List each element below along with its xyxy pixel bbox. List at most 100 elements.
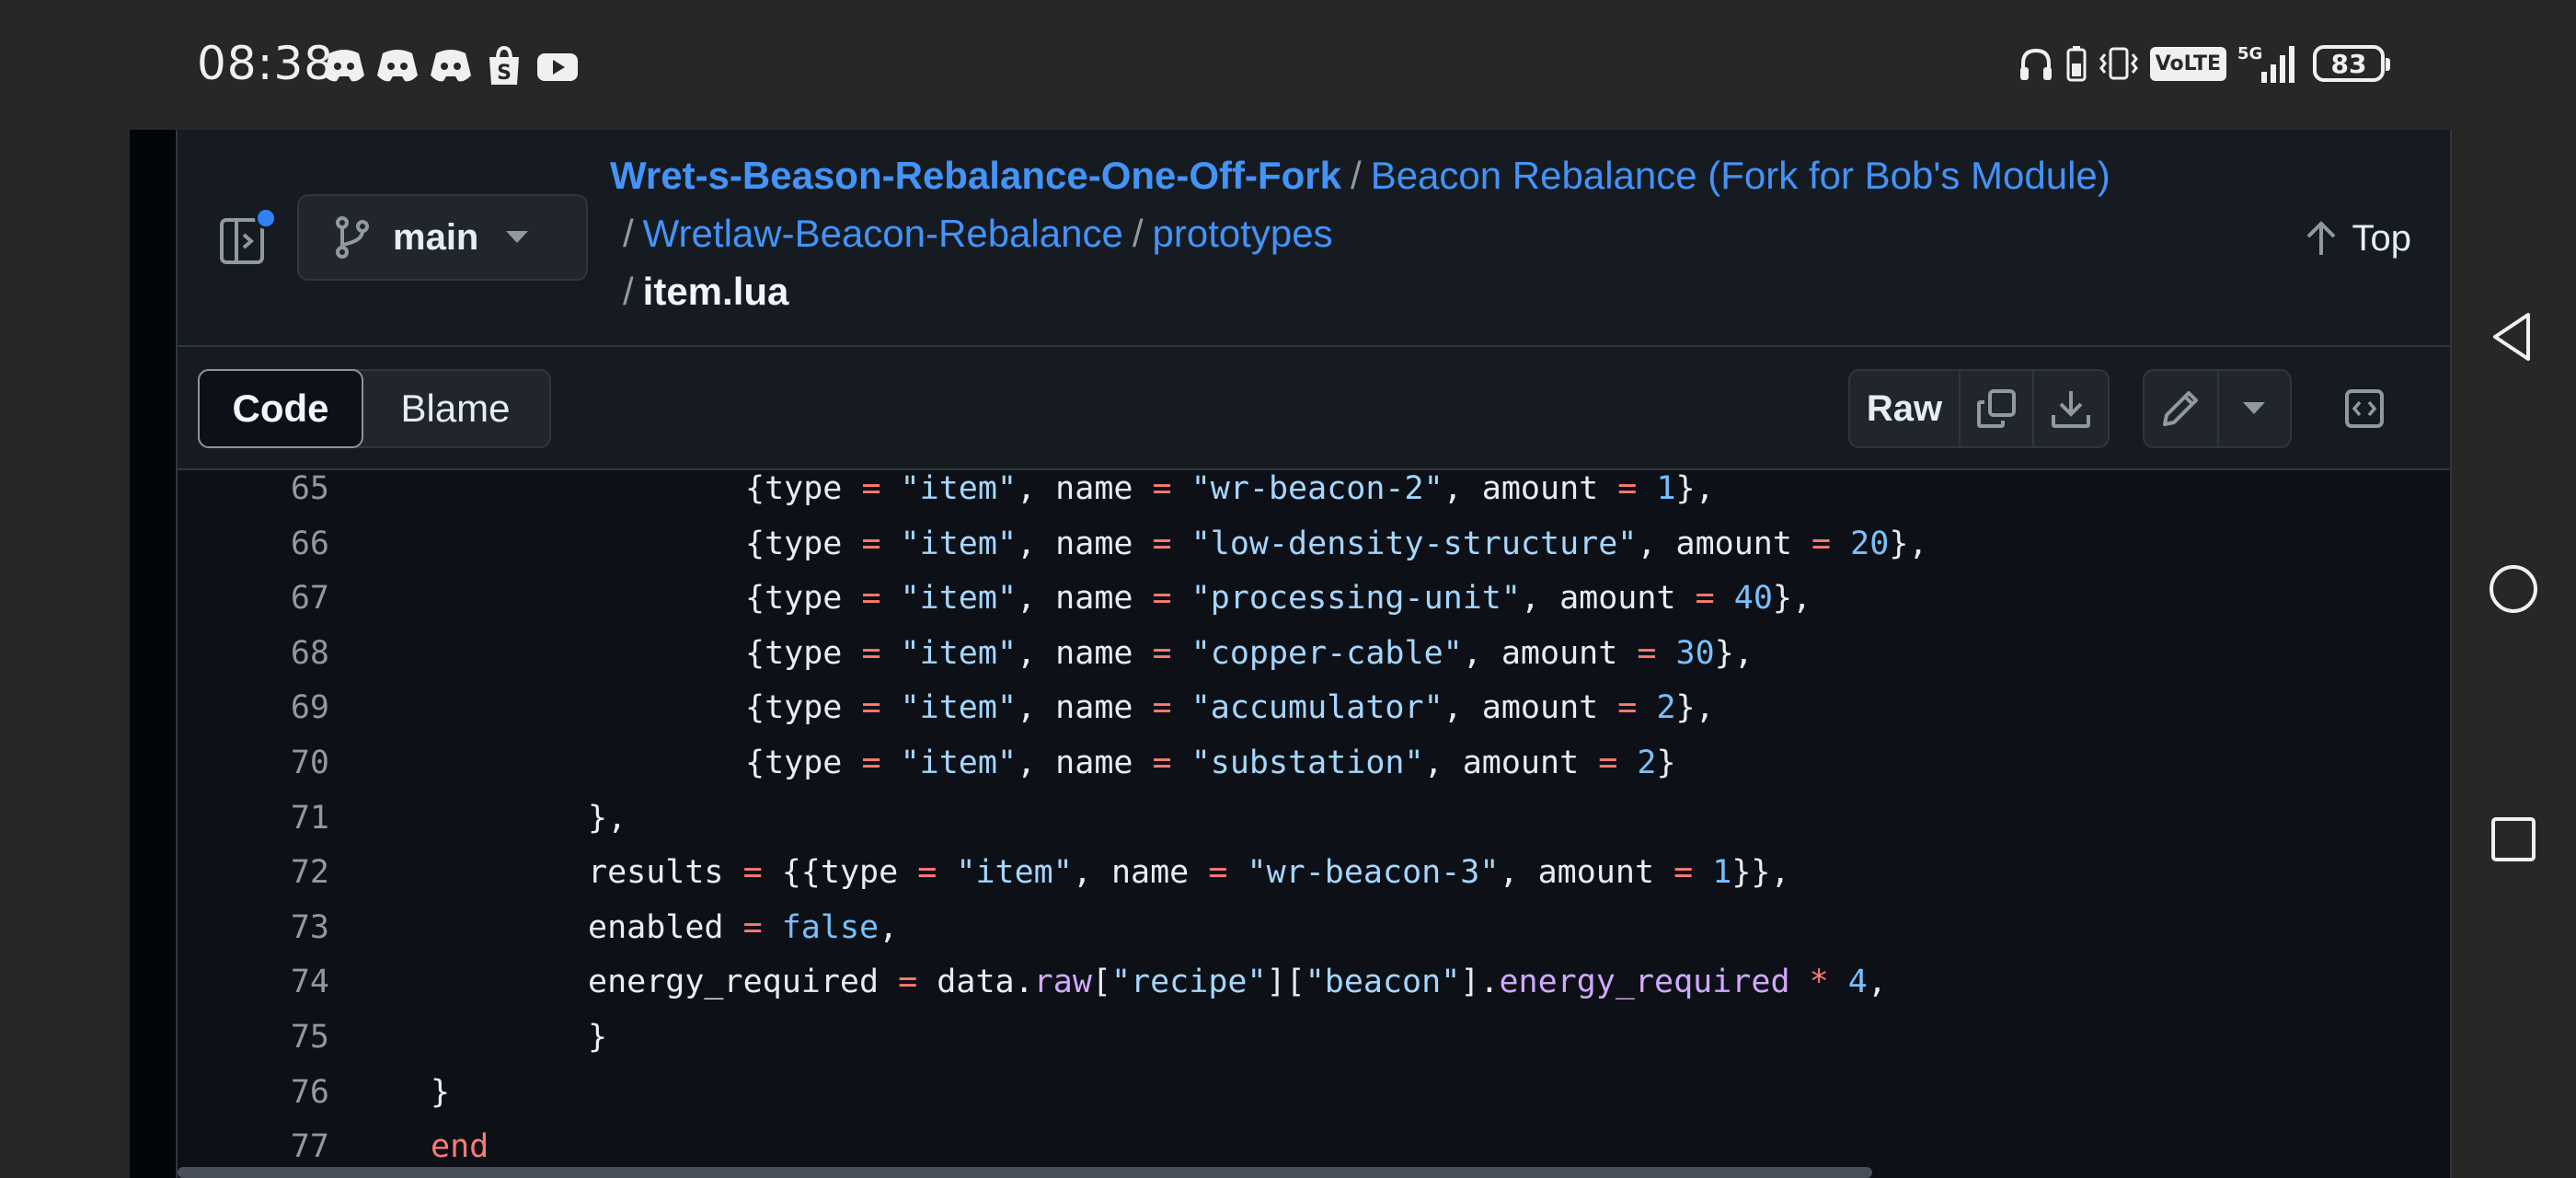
code-text: {type = "item", name = "low-density-stru… [745,525,1928,562]
breadcrumb-folder-link[interactable]: prototypes [1153,212,1333,255]
code-text: {type = "item", name = "wr-beacon-2", am… [745,470,1715,507]
breadcrumb: Wret-s-Beason-Rebalance-One-Off-Fork / Bea… [610,146,2248,320]
file-view-panel: main Wret-s-Beason-Rebalance-One-Off-For… [176,130,2452,1178]
code-text: enabled = false, [588,909,899,946]
code-line: 66 {type = "item", name = "low-density-st… [178,525,2450,581]
code-square-icon [2345,389,2384,428]
browser-page: main Wret-s-Beason-Rebalance-One-Off-For… [130,130,2452,1178]
back-button[interactable] [2451,309,2576,364]
symbols-panel-button[interactable] [2325,369,2404,448]
notification-icons: S [322,46,580,87]
code-line: 70 {type = "item", name = "substation", a… [178,745,2450,800]
network-label: 5G [2237,44,2262,64]
breadcrumb-separator: / [623,270,634,313]
code-text: energy_required = data.raw["recipe"]["be… [588,964,1887,1000]
horizontal-scrollbar[interactable] [178,1167,1872,1178]
line-number: 67 [290,580,329,617]
code-text: {type = "item", name = "accumulator", am… [745,689,1715,726]
code-text: {type = "item", name = "copper-cable", a… [745,635,1754,672]
notification-dot [255,207,277,229]
raw-button-label: Raw [1866,387,1943,429]
breadcrumb-folder-link[interactable]: Beacon Rebalance (Fork for Bob's Module) [1371,154,2110,197]
tab-blame[interactable]: Blame [362,371,549,446]
battery-level: 83 [2330,48,2367,79]
line-number: 70 [290,745,329,781]
youtube-icon [537,53,578,81]
clock: 08:38 [197,37,335,90]
caret-down-icon [506,231,529,243]
line-number: 73 [290,909,329,946]
copy-raw-button[interactable] [1961,371,2034,446]
code-text: }, [588,800,627,837]
edit-dropdown-button[interactable] [2219,371,2290,446]
code-line: 74 energy_required = data.raw["recipe"]["… [178,964,2450,1019]
breadcrumb-separator: / [1351,154,1362,197]
code-line: 76} [178,1074,2450,1129]
breadcrumb-separator: / [623,212,634,255]
code-text: end [431,1128,489,1165]
code-text: } [588,1019,608,1056]
svg-text:S: S [497,62,512,85]
branch-name: main [393,216,479,258]
symbols-panel-group [2325,369,2404,448]
code-text: results = {{type = "item", name = "wr-be… [588,854,1790,891]
copy-icon [1977,389,2016,428]
line-number: 66 [290,525,329,562]
edit-actions-group [2143,369,2292,448]
line-number: 69 [290,689,329,726]
code-text: {type = "item", name = "processing-unit"… [745,580,1812,617]
top-button-label: Top [2352,217,2412,259]
code-line: 72 results = {{type = "item", name = "wr-… [178,854,2450,909]
top-button[interactable]: Top [2305,211,2412,266]
edit-button[interactable] [2145,371,2219,446]
line-number: 76 [290,1074,329,1111]
download-button[interactable] [2034,371,2108,446]
branch-selector-button[interactable]: main [297,194,588,281]
discord-icon [324,50,364,82]
code-line: 75} [178,1019,2450,1074]
signal-icon: 5G [2237,44,2294,83]
view-toggle: Code Blame [198,369,551,448]
tab-code[interactable]: Code [198,369,363,448]
battery-indicator: 83 [2313,45,2390,82]
raw-button[interactable]: Raw [1850,371,1961,446]
breadcrumb-folder-link[interactable]: Wretlaw-Beacon-Rebalance [643,212,1123,255]
line-number: 77 [290,1128,329,1165]
recents-square-icon [2491,817,2536,861]
raw-actions-group: Raw [1848,369,2110,448]
line-number: 68 [290,635,329,672]
volte-badge: VoLTE [2149,46,2226,81]
discord-icon [377,50,418,82]
pencil-icon [2163,391,2199,426]
arrow-up-icon [2306,221,2335,255]
code-toolbar: Code Blame Raw [178,347,2450,470]
line-number: 71 [290,800,329,837]
code-line: 71}, [178,800,2450,855]
battery-saver-icon [2066,46,2087,82]
caret-down-icon [2243,402,2266,414]
line-number: 72 [290,854,329,891]
navigation-bar [2451,0,2576,1178]
shopee-icon: S [489,46,519,85]
discord-icon [431,50,471,82]
line-number: 74 [290,964,329,1000]
breadcrumb-repo-link[interactable]: Wret-s-Beason-Rebalance-One-Off-Fork [610,154,1341,197]
status-bar: 08:38 S VoLTE 5G 83 [0,0,2576,129]
code-line: 68 {type = "item", name = "copper-cable",… [178,635,2450,690]
code-text: {type = "item", name = "substation", amo… [745,745,1676,781]
code-line: 67 {type = "item", name = "processing-uni… [178,580,2450,635]
code-line: 69 {type = "item", name = "accumulator", … [178,689,2450,745]
breadcrumb-current-file: item.lua [642,270,789,313]
home-button[interactable] [2451,561,2576,617]
headphones-icon [2019,48,2052,80]
file-tree-toggle-button[interactable] [216,207,277,268]
breadcrumb-separator: / [1132,212,1144,255]
home-circle-icon [2490,565,2537,613]
line-number: 75 [290,1019,329,1056]
system-icons: VoLTE 5G 83 [2018,42,2390,85]
code-text: } [431,1074,451,1111]
code-view[interactable]: 65 {type = "item", name = "wr-beacon-2", … [178,470,2450,1178]
recents-button[interactable] [2451,812,2576,867]
file-header: main Wret-s-Beason-Rebalance-One-Off-For… [178,130,2450,347]
back-triangle-icon [2493,313,2530,361]
